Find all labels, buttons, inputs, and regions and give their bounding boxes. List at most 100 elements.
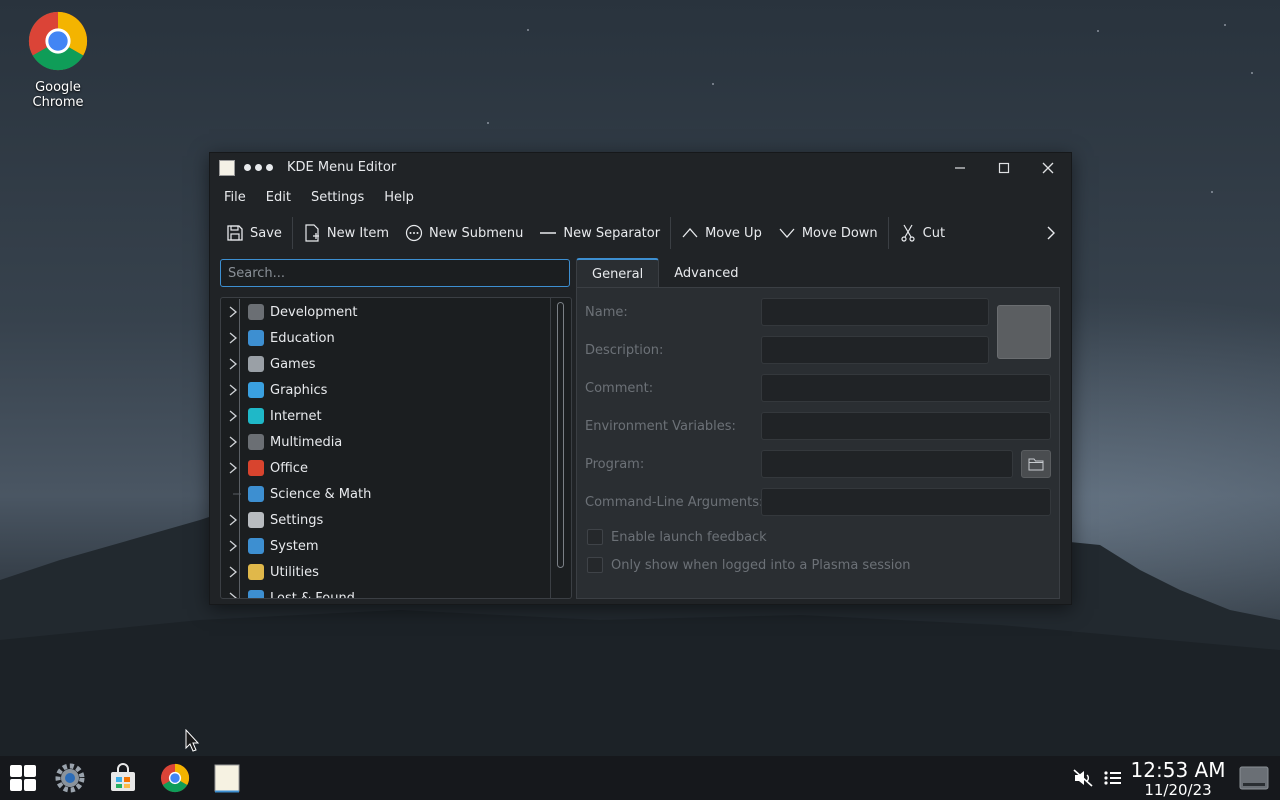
show-desktop-icon [1239,766,1269,790]
tab-advanced[interactable]: Advanced [659,258,753,288]
toolbar-separator [887,217,889,249]
tree-guide-line [239,455,240,481]
cut-button[interactable]: Cut [891,217,953,249]
menu-help[interactable]: Help [374,190,424,205]
tree-scrollbar-thumb[interactable] [557,302,564,568]
digital-clock[interactable]: 12:53 AM 11/20/23 [1130,758,1226,799]
tree-guide-line [239,559,240,585]
tree-item[interactable]: Games [221,351,571,377]
volume-muted-icon [1073,769,1093,787]
tree-item[interactable]: Office [221,455,571,481]
tree-item-label: Internet [270,408,322,424]
desktop-icon-chrome[interactable]: Google Chrome [8,8,108,110]
comment-field[interactable] [761,374,1051,402]
tree-item[interactable]: Settings [221,507,571,533]
tree-item[interactable]: Multimedia [221,429,571,455]
new-item-button[interactable]: New Item [295,217,397,249]
taskbar-menu-editor[interactable] [211,762,243,794]
tree-item-label: Multimedia [270,434,343,450]
window-title: KDE Menu Editor [287,160,397,175]
show-desktop-button[interactable] [1238,762,1270,794]
clock-time: 12:53 AM [1130,758,1226,782]
tree-guide-line [239,429,240,455]
launch-feedback-option[interactable]: Enable launch feedback [587,529,767,545]
move-up-label: Move Up [705,225,762,241]
minimize-icon [955,166,965,169]
close-button[interactable] [1026,153,1070,182]
browse-program-button[interactable] [1021,450,1051,478]
move-down-button[interactable]: Move Down [770,217,886,249]
tree-item[interactable]: Utilities [221,559,571,585]
args-label: Command-Line Arguments: [585,495,764,510]
chevron-up-icon [682,228,698,238]
taskbar-chrome[interactable] [159,762,191,794]
separator-icon [540,232,557,234]
tree-item[interactable]: Science & Math [221,481,571,507]
env-vars-field[interactable] [761,412,1051,440]
tree-item-label: Games [270,356,316,372]
tree-scrollbar[interactable] [550,298,571,598]
tree-item[interactable]: Lost & Found [221,585,571,599]
tree-item[interactable]: Internet [221,403,571,429]
desktop-icon-label: Google Chrome [32,80,84,110]
app-icon[interactable] [219,159,235,176]
scissors-icon [901,224,915,242]
category-icon [248,564,264,580]
tree-item[interactable]: Graphics [221,377,571,403]
tree-item[interactable]: System [221,533,571,559]
title-bar[interactable]: KDE Menu Editor [210,153,1071,182]
move-up-button[interactable]: Move Up [673,217,770,249]
tab-general[interactable]: General [576,258,660,288]
maximize-button[interactable] [982,153,1026,182]
tree-item-label: System [270,538,319,554]
gear-icon [55,763,85,793]
clock-date: 11/20/23 [1144,781,1212,799]
plasma-only-option[interactable]: Only show when logged into a Plasma sess… [587,557,911,573]
tray-notifications-button[interactable] [1097,762,1129,794]
new-separator-button[interactable]: New Separator [531,217,668,249]
menu-tree-rows: Development Education Games Graphics Interne… [221,299,571,599]
taskbar-discover[interactable] [107,762,139,794]
tree-item[interactable]: Development [221,299,571,325]
maximize-icon [998,162,1010,173]
move-down-label: Move Down [801,225,878,241]
launch-feedback-checkbox[interactable] [587,529,603,545]
shopping-bag-icon [111,763,135,791]
minimize-button[interactable] [938,153,982,182]
description-label: Description: [585,343,664,358]
launch-feedback-label: Enable launch feedback [611,529,767,545]
name-field[interactable] [761,298,989,326]
folder-icon [1028,458,1044,471]
menu-edit[interactable]: Edit [256,190,301,205]
search-input[interactable] [220,259,570,287]
new-separator-label: New Separator [563,225,661,241]
icon-chooser-button[interactable] [997,305,1051,359]
tree-item[interactable]: Education [221,325,571,351]
save-label: Save [250,225,282,241]
toolbar: Save New Item New Submenu New Separator … [210,212,1071,254]
tree-item-label: Settings [270,512,324,528]
category-icon [248,590,264,598]
tree-guide-line [239,585,240,598]
star [1097,30,1099,32]
window-menu-dots-icon[interactable] [244,164,273,171]
menu-bar: File Edit Settings Help [210,182,1071,212]
plasma-only-checkbox[interactable] [587,557,603,573]
new-submenu-button[interactable]: New Submenu [397,217,531,249]
chevron-right-icon [1047,226,1055,240]
start-menu-button[interactable] [7,762,39,794]
description-field[interactable] [761,336,989,364]
category-icon [248,382,264,398]
args-field[interactable] [761,488,1051,516]
tree-guide-line [239,299,240,325]
program-field[interactable] [761,450,1013,478]
volume-muted-button[interactable] [1068,762,1100,794]
tree-item-label: Lost & Found [270,590,355,599]
save-button[interactable]: Save [218,217,290,249]
tree-guide-line [239,481,240,507]
list-icon [1104,771,1121,785]
taskbar-settings[interactable] [54,762,86,794]
toolbar-overflow-button[interactable] [1041,222,1061,244]
menu-settings[interactable]: Settings [301,190,374,205]
menu-file[interactable]: File [214,190,256,205]
